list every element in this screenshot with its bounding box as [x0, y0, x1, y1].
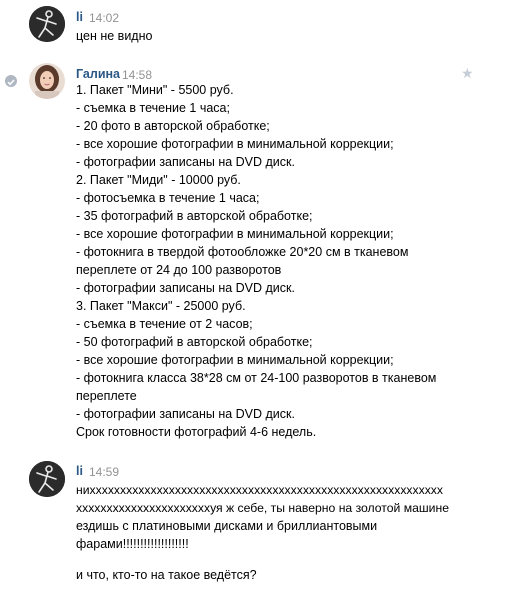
message-text: - фотокнига в твердой фотообложке 20*20 …	[76, 245, 409, 259]
read-status-icon	[5, 75, 17, 87]
star-icon[interactable]: ★	[461, 66, 474, 80]
avatar[interactable]	[29, 6, 65, 42]
message-text: и что, кто-то на такое ведётся?	[76, 568, 257, 582]
message-text: ездишь с платиновыми дисками и бриллиант…	[76, 519, 378, 533]
message-text: - все хорошие фотографии в минимальной к…	[76, 227, 394, 241]
message-text: 2. Пакет "Миди" - 10000 руб.	[76, 173, 241, 187]
message-text: 1. Пакет "Мини" - 5500 руб.	[76, 83, 234, 97]
message-text: - 50 фотографий в авторской обработке;	[76, 335, 313, 349]
message-text: 3. Пакет "Макси" - 25000 руб.	[76, 299, 246, 313]
message-text: - фотографии записаны на DVD диск.	[76, 155, 295, 169]
message-time[interactable]: 14:58	[122, 68, 152, 82]
message-text: ххххххххххххххххххххххуя ж себе, ты наве…	[76, 501, 449, 515]
message-text: цен не видно	[76, 29, 153, 43]
message-time[interactable]: 14:02	[89, 11, 119, 25]
message-text: - фотографии записаны на DVD диск.	[76, 281, 295, 295]
message-text: - все хорошие фотографии в минимальной к…	[76, 137, 394, 151]
message-text: переплете	[76, 389, 137, 403]
message-text: - съемка в течение 1 часа;	[76, 101, 230, 115]
message-text: - все хорошие фотографии в минимальной к…	[76, 353, 394, 367]
message-text: - 20 фото в авторской обработке;	[76, 119, 270, 133]
message-text: - фотосъемка в течение 1 часа;	[76, 191, 260, 205]
sender-name[interactable]: li	[76, 464, 83, 478]
message-time[interactable]: 14:59	[89, 465, 119, 479]
message-text: - 35 фотографий в авторской обработке;	[76, 209, 313, 223]
message-text: - съемка в течение от 2 часов;	[76, 317, 253, 331]
avatar[interactable]	[29, 63, 65, 99]
message-item: li 14:02 цен не видно	[0, 0, 517, 50]
message-text: Срок готовности фотографий 4-6 недель.	[76, 425, 317, 439]
message-text: - фотокнига класса 38*28 см от 24-100 ра…	[76, 371, 437, 385]
message-text: переплете от 24 до 100 разворотов	[76, 263, 282, 277]
sender-name[interactable]: li	[76, 10, 83, 24]
message-text: нихххххххххххххххххххххххххххххххххххххх…	[76, 483, 443, 497]
avatar[interactable]	[29, 461, 65, 497]
message-text: фарами!!!!!!!!!!!!!!!!!!!	[76, 537, 189, 551]
message-text: - фотографии записаны на DVD диск.	[76, 407, 295, 421]
sender-name[interactable]: Галина	[76, 67, 120, 81]
